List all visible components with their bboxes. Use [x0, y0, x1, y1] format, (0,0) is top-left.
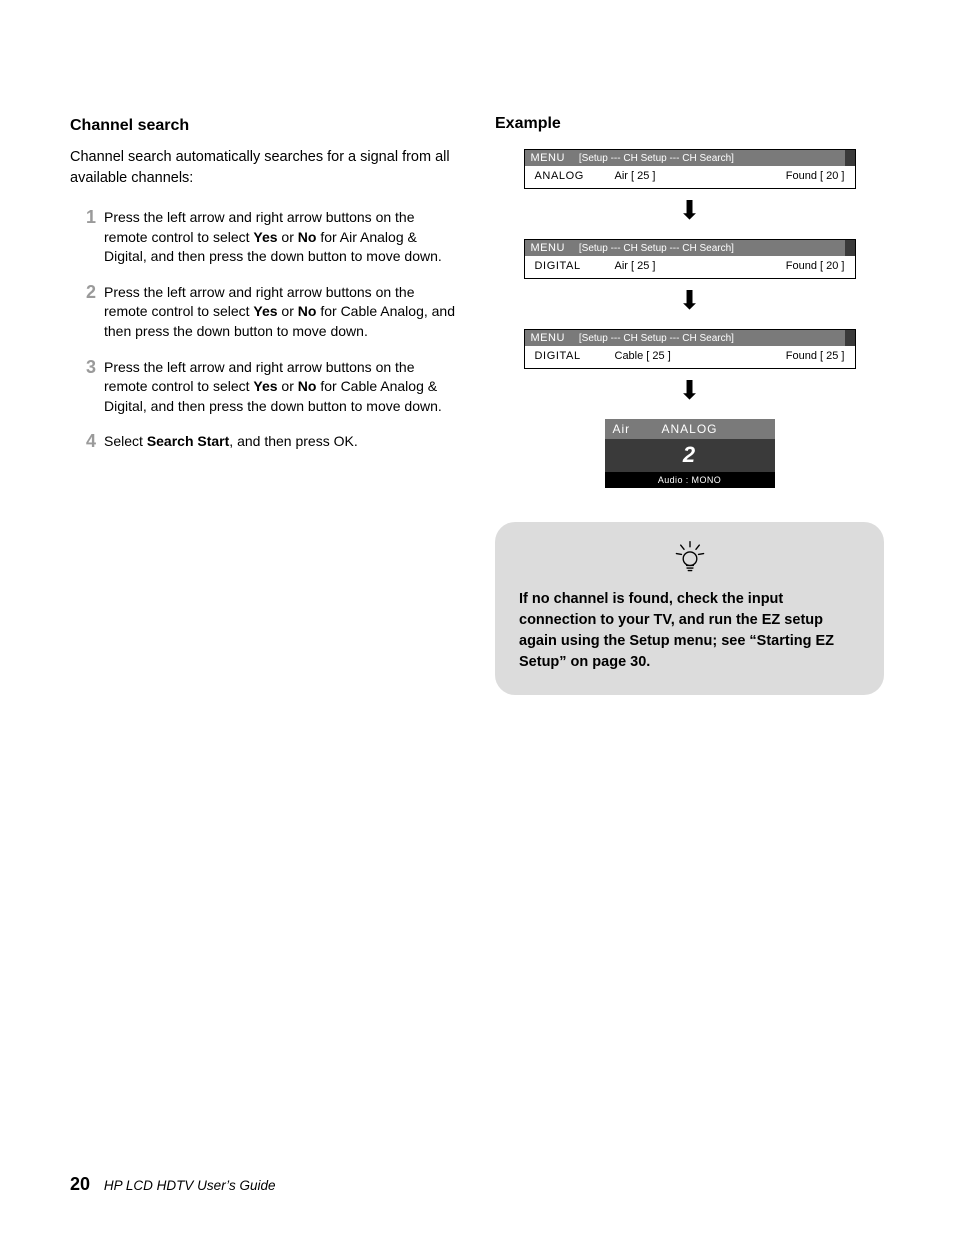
menu-box-1: MENU [Setup --- CH Setup --- CH Search] … — [524, 149, 856, 189]
step-body: Press the left arrow and right arrow but… — [104, 283, 459, 342]
menu-box-3: MENU [Setup --- CH Setup --- CH Search] … — [524, 329, 856, 369]
t: Yes — [253, 303, 277, 319]
lightbulb-icon — [519, 540, 860, 581]
t: Yes — [253, 378, 277, 394]
menu-row: DIGITAL Cable [ 25 ] Found [ 25 ] — [525, 346, 855, 368]
footer-title: HP LCD HDTV User’s Guide — [104, 1178, 276, 1193]
menu-breadcrumb: [Setup --- CH Setup --- CH Search] — [579, 153, 734, 164]
decoration — [845, 150, 855, 166]
step-number: 1 — [70, 208, 104, 267]
right-column: Example MENU [Setup --- CH Setup --- CH … — [495, 115, 884, 695]
step-number: 4 — [70, 432, 104, 452]
example-area: MENU [Setup --- CH Setup --- CH Search] … — [495, 143, 884, 695]
page-number: 20 — [70, 1174, 90, 1194]
found-count: Found [ 20 ] — [735, 260, 845, 272]
result-header: Air ANALOG — [605, 419, 775, 439]
heading-example: Example — [495, 115, 884, 133]
step-number: 3 — [70, 358, 104, 417]
decoration — [845, 330, 855, 346]
signal-type: DIGITAL — [535, 260, 615, 272]
signal-type: ANALOG — [535, 170, 615, 182]
menu-breadcrumb: [Setup --- CH Setup --- CH Search] — [579, 333, 734, 344]
tip-text: If no channel is found, check the input … — [519, 589, 860, 673]
signal-source: Air [ 25 ] — [615, 260, 735, 272]
tip-callout: If no channel is found, check the input … — [495, 522, 884, 695]
step-body: Press the left arrow and right arrow but… — [104, 358, 459, 417]
found-count: Found [ 25 ] — [735, 350, 845, 362]
arrow-down-icon: ⬇︎ — [495, 287, 884, 313]
signal-source: Cable [ 25 ] — [615, 350, 735, 362]
arrow-down-icon: ⬇︎ — [495, 197, 884, 223]
menu-breadcrumb: [Setup --- CH Setup --- CH Search] — [579, 243, 734, 254]
menu-header: MENU [Setup --- CH Setup --- CH Search] — [525, 330, 855, 346]
menu-label: MENU — [531, 242, 565, 254]
page-body: Channel search Channel search automatica… — [0, 0, 954, 695]
channel-result-box: Air ANALOG 2 Audio : MONO — [605, 419, 775, 488]
left-column: Channel search Channel search automatica… — [70, 115, 459, 695]
t: No — [298, 378, 317, 394]
menu-label: MENU — [531, 152, 565, 164]
intro-text: Channel search automatically searches fo… — [70, 147, 459, 188]
t: or — [278, 378, 298, 394]
step-body: Select Search Start, and then press OK. — [104, 432, 459, 452]
t: , and then press OK. — [229, 433, 357, 449]
arrow-down-icon: ⬇︎ — [495, 377, 884, 403]
menu-box-2: MENU [Setup --- CH Setup --- CH Search] … — [524, 239, 856, 279]
menu-row: DIGITAL Air [ 25 ] Found [ 20 ] — [525, 256, 855, 278]
signal-source: Air [ 25 ] — [615, 170, 735, 182]
t: Yes — [253, 229, 277, 245]
step-1: 1 Press the left arrow and right arrow b… — [70, 208, 459, 267]
heading-channel-search: Channel search — [70, 115, 459, 137]
t: No — [298, 229, 317, 245]
t: Select — [104, 433, 147, 449]
menu-header: MENU [Setup --- CH Setup --- CH Search] — [525, 240, 855, 256]
menu-label: MENU — [531, 332, 565, 344]
page-footer: 20 HP LCD HDTV User’s Guide — [70, 1174, 275, 1195]
steps-list: 1 Press the left arrow and right arrow b… — [70, 208, 459, 452]
decoration — [845, 240, 855, 256]
step-4: 4 Select Search Start, and then press OK… — [70, 432, 459, 452]
found-count: Found [ 20 ] — [735, 170, 845, 182]
signal-type: DIGITAL — [535, 350, 615, 362]
menu-header: MENU [Setup --- CH Setup --- CH Search] — [525, 150, 855, 166]
result-type: ANALOG — [605, 422, 775, 436]
result-channel-number: 2 — [605, 439, 775, 472]
result-audio: Audio : MONO — [605, 472, 775, 488]
menu-row: ANALOG Air [ 25 ] Found [ 20 ] — [525, 166, 855, 188]
t: Search Start — [147, 433, 229, 449]
step-2: 2 Press the left arrow and right arrow b… — [70, 283, 459, 342]
t: or — [278, 229, 298, 245]
step-number: 2 — [70, 283, 104, 342]
t: or — [278, 303, 298, 319]
t: No — [298, 303, 317, 319]
step-3: 3 Press the left arrow and right arrow b… — [70, 358, 459, 417]
step-body: Press the left arrow and right arrow but… — [104, 208, 459, 267]
